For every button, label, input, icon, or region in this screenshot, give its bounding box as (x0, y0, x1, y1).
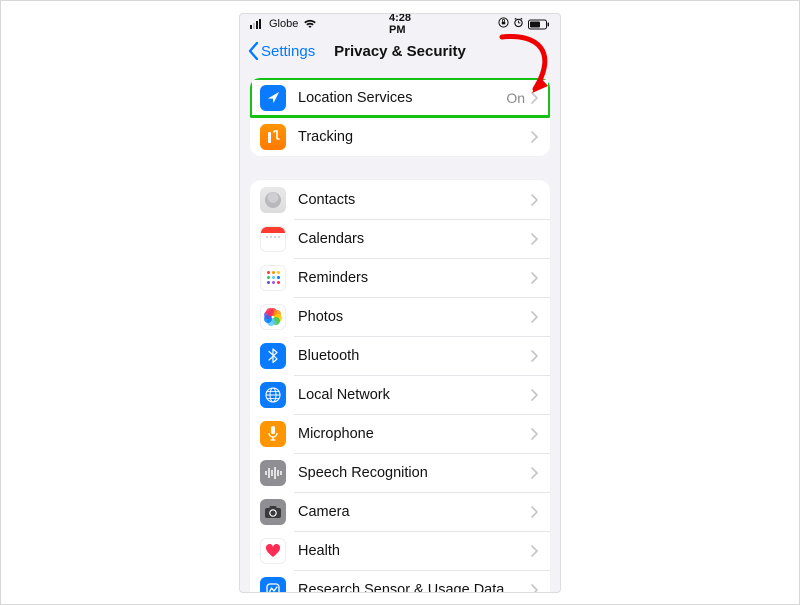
chevron-right-icon (531, 131, 538, 143)
row-label: Contacts (298, 192, 531, 208)
orientation-lock-icon (498, 17, 509, 31)
back-label: Settings (261, 43, 315, 60)
navigation-bar: Settings Privacy & Security (240, 34, 560, 68)
row-label: Speech Recognition (298, 465, 531, 481)
row-contacts[interactable]: Contacts (250, 180, 550, 219)
reminders-icon (260, 265, 286, 291)
status-time: 4:28 PM (389, 13, 411, 36)
chevron-right-icon (531, 92, 538, 104)
chevron-right-icon (531, 584, 538, 594)
chevron-right-icon (531, 545, 538, 557)
row-label: Research Sensor & Usage Data (298, 582, 531, 594)
photos-icon (260, 304, 286, 330)
row-label: Calendars (298, 231, 531, 247)
row-speech-recognition[interactable]: Speech Recognition (250, 453, 550, 492)
chevron-right-icon (531, 272, 538, 284)
location-arrow-icon (260, 85, 286, 111)
battery-icon (528, 19, 550, 30)
calendar-icon (260, 226, 286, 252)
row-research[interactable]: Research Sensor & Usage Data (250, 570, 550, 593)
status-bar: Globe 4:28 PM (240, 14, 560, 34)
row-calendars[interactable]: Calendars (250, 219, 550, 258)
row-health[interactable]: Health (250, 531, 550, 570)
globe-network-icon (260, 382, 286, 408)
settings-list[interactable]: Location Services On Tracking (240, 68, 560, 593)
row-reminders[interactable]: Reminders (250, 258, 550, 297)
row-label: Health (298, 543, 531, 559)
row-location-services[interactable]: Location Services On (250, 78, 550, 117)
row-label: Location Services (298, 90, 506, 106)
row-label: Local Network (298, 387, 531, 403)
chevron-right-icon (531, 233, 538, 245)
chevron-right-icon (531, 350, 538, 362)
microphone-icon (260, 421, 286, 447)
row-photos[interactable]: Photos (250, 297, 550, 336)
cell-signal-icon (250, 19, 264, 29)
row-label: Tracking (298, 129, 531, 145)
settings-group-location: Location Services On Tracking (250, 78, 550, 156)
alarm-icon (513, 17, 524, 31)
chevron-right-icon (531, 506, 538, 518)
chevron-right-icon (531, 311, 538, 323)
chevron-right-icon (531, 194, 538, 206)
chevron-right-icon (531, 389, 538, 401)
health-heart-icon (260, 538, 286, 564)
carrier-label: Globe (269, 18, 298, 30)
chevron-right-icon (531, 428, 538, 440)
row-label: Microphone (298, 426, 531, 442)
ios-settings-phone: Globe 4:28 PM (239, 13, 561, 593)
row-local-network[interactable]: Local Network (250, 375, 550, 414)
chevron-right-icon (531, 467, 538, 479)
wifi-icon (303, 19, 317, 29)
chevron-left-icon (248, 42, 259, 60)
settings-group-apps: Contacts Calendars (250, 180, 550, 593)
row-tracking[interactable]: Tracking (250, 117, 550, 156)
camera-icon (260, 499, 286, 525)
waveform-icon (260, 460, 286, 486)
row-camera[interactable]: Camera (250, 492, 550, 531)
row-label: Reminders (298, 270, 531, 286)
back-button[interactable]: Settings (248, 42, 315, 60)
contacts-icon (260, 187, 286, 213)
row-value: On (506, 90, 525, 106)
screenshot-frame: Globe 4:28 PM (0, 0, 800, 605)
row-microphone[interactable]: Microphone (250, 414, 550, 453)
tracking-icon (260, 124, 286, 150)
bluetooth-icon (260, 343, 286, 369)
row-label: Bluetooth (298, 348, 531, 364)
row-label: Camera (298, 504, 531, 520)
row-bluetooth[interactable]: Bluetooth (250, 336, 550, 375)
research-icon (260, 577, 286, 594)
row-label: Photos (298, 309, 531, 325)
